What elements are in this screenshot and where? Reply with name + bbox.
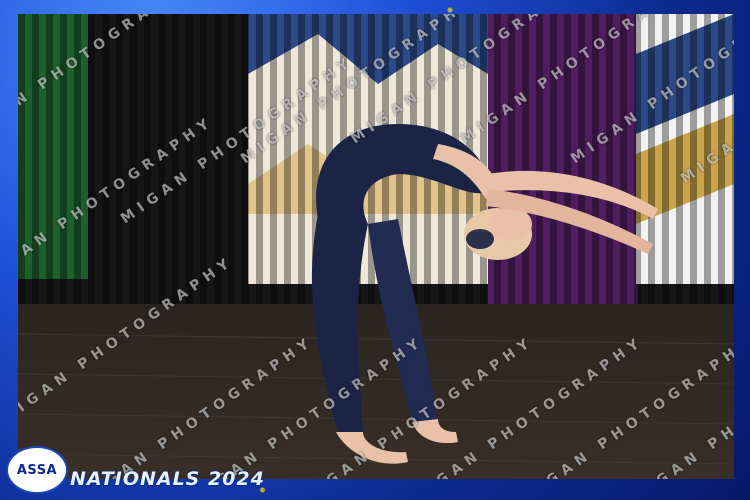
- stage-scene: [18, 14, 734, 479]
- photo-frame: MIGAN PHOTOGRAPHY MIGAN PHOTOGRAPHY MIGA…: [0, 0, 750, 500]
- event-title: NATIONALS 2024: [70, 468, 265, 490]
- logo-text: ASSA: [16, 462, 58, 478]
- dancer-photo: MIGAN PHOTOGRAPHY MIGAN PHOTOGRAPHY MIGA…: [18, 14, 734, 479]
- assa-logo: ASSA: [6, 446, 68, 494]
